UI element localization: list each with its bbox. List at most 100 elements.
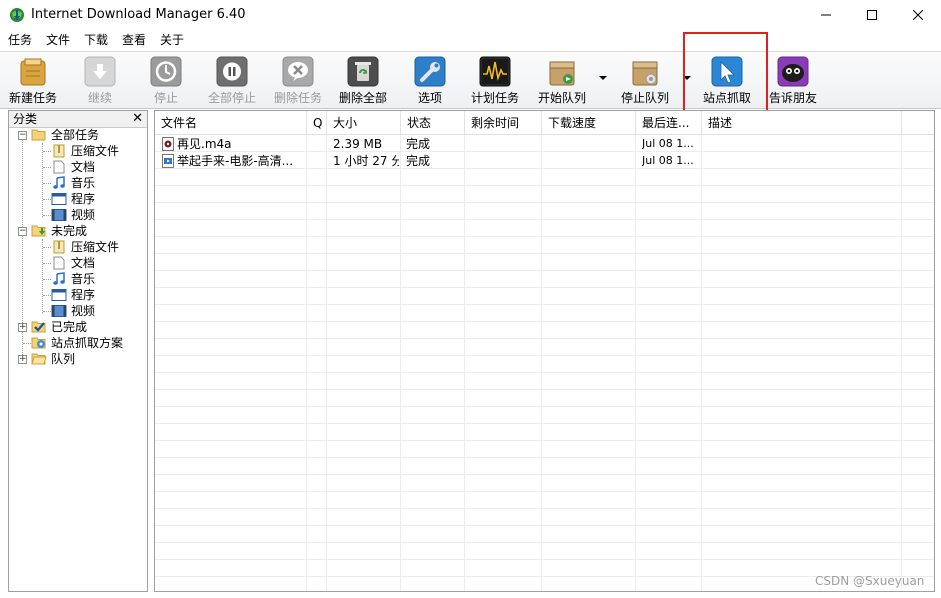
tree-item-unfinished-video[interactable]: 视频 xyxy=(51,303,95,319)
options-button[interactable]: 选项 xyxy=(410,56,450,106)
delete-task-button[interactable]: 删除任务 xyxy=(270,56,326,106)
column-size[interactable]: 大小 xyxy=(327,111,401,135)
resume-button[interactable]: 继续 xyxy=(76,56,124,106)
document-icon xyxy=(51,160,67,174)
stop-button[interactable]: 停止 xyxy=(142,56,190,106)
expand-all-icon[interactable]: − xyxy=(18,131,27,140)
toolbar: 新建任务 继续 停止 全部停止 删除任务 删除全部 选项 计划任务 开始队列 停… xyxy=(0,51,941,109)
download-list: 文件名 Q 大小 状态 剩余时间 下载速度 最后连... 描述 再见.m4a 2… xyxy=(154,110,935,592)
idm-logo-icon xyxy=(9,7,25,23)
start-queue-button[interactable]: 开始队列 xyxy=(535,56,589,106)
empty-grid-line xyxy=(155,187,934,203)
category-tree: 分类 ✕ − 全部任务 压缩文件 文档 音乐 程序 视频 − 未完成 压缩文件 … xyxy=(8,110,148,592)
program-window-icon xyxy=(51,192,67,206)
close-button[interactable] xyxy=(895,0,941,30)
archive-icon xyxy=(51,240,67,254)
tell-friend-icon xyxy=(777,56,809,87)
menu-task[interactable]: 任务 xyxy=(8,33,32,48)
window-title: Internet Download Manager 6.40 xyxy=(31,7,246,22)
file-size: 2.39 MB xyxy=(333,137,383,151)
new-task-icon xyxy=(17,56,49,87)
maximize-button[interactable] xyxy=(849,0,895,30)
stop-all-button[interactable]: 全部停止 xyxy=(204,56,260,106)
column-status[interactable]: 状态 xyxy=(401,111,465,135)
tree-item-all-compressed[interactable]: 压缩文件 xyxy=(51,143,119,159)
stop-queue-button[interactable]: 停止队列 xyxy=(617,56,673,106)
music-note-icon xyxy=(51,272,67,286)
column-queue[interactable]: Q xyxy=(307,111,327,135)
scheduler-button[interactable]: 计划任务 xyxy=(468,56,522,106)
stop-all-icon xyxy=(216,56,248,87)
column-remaining[interactable]: 剩余时间 xyxy=(465,111,542,135)
table-row[interactable]: 再见.m4a 2.39 MB 完成 Jul 08 1... xyxy=(155,136,934,152)
scheduler-icon xyxy=(479,56,511,87)
delete-task-icon xyxy=(282,56,314,87)
column-description[interactable]: 描述 xyxy=(702,111,902,135)
archive-icon xyxy=(51,144,67,158)
column-filename[interactable]: 文件名 xyxy=(155,111,307,135)
minimize-button[interactable] xyxy=(803,0,849,30)
tree-item-unfinished[interactable]: 未完成 xyxy=(31,223,87,239)
empty-grid-line xyxy=(155,255,934,271)
delete-all-button[interactable]: 删除全部 xyxy=(336,56,390,106)
tree-item-all-programs[interactable]: 程序 xyxy=(51,191,95,207)
empty-grid-line xyxy=(155,289,934,305)
title-bar: Internet Download Manager 6.40 xyxy=(0,0,941,30)
tree-item-all-music[interactable]: 音乐 xyxy=(51,175,95,191)
empty-grid-line xyxy=(155,476,934,492)
empty-grid-line xyxy=(155,459,934,475)
menu-download[interactable]: 下载 xyxy=(84,33,108,48)
tree-item-queues[interactable]: 队列 xyxy=(31,351,75,367)
file-name: 举起手来-电影-高清... xyxy=(177,154,294,168)
menu-file[interactable]: 文件 xyxy=(46,33,70,48)
menu-about[interactable]: 关于 xyxy=(160,33,184,48)
tree-item-unfinished-music[interactable]: 音乐 xyxy=(51,271,95,287)
grabber-project-icon xyxy=(31,336,47,350)
tree-item-unfinished-programs[interactable]: 程序 xyxy=(51,287,95,303)
file-last-try: Jul 08 1... xyxy=(642,137,694,150)
expand-queues-icon[interactable]: + xyxy=(18,355,27,364)
tree-item-unfinished-compressed[interactable]: 压缩文件 xyxy=(51,239,119,255)
file-status: 完成 xyxy=(406,137,431,151)
expand-unfinished-icon[interactable]: − xyxy=(18,227,27,236)
start-queue-icon xyxy=(546,56,578,87)
file-last-try: Jul 08 1... xyxy=(642,154,694,167)
empty-grid-line xyxy=(155,527,934,543)
tree-item-unfinished-docs[interactable]: 文档 xyxy=(51,255,95,271)
tell-friend-button[interactable]: 告诉朋友 xyxy=(766,56,820,106)
tree-item-all[interactable]: 全部任务 xyxy=(31,127,99,143)
stop-queue-dropdown-icon[interactable] xyxy=(683,72,691,82)
options-icon xyxy=(414,56,446,87)
tree-item-all-video[interactable]: 视频 xyxy=(51,207,95,223)
new-task-button[interactable]: 新建任务 xyxy=(6,56,60,106)
menu-bar: 任务 文件 下载 查看 关于 xyxy=(0,30,941,51)
audio-file-icon xyxy=(162,136,176,152)
column-last-try[interactable]: 最后连... xyxy=(636,111,702,135)
start-queue-dropdown-icon[interactable] xyxy=(599,72,607,82)
site-grabber-button[interactable]: 站点抓取 xyxy=(699,56,755,106)
site-grabber-icon xyxy=(711,56,743,87)
video-file-icon xyxy=(162,153,176,169)
music-note-icon xyxy=(51,176,67,190)
tree-close-icon[interactable]: ✕ xyxy=(132,112,143,126)
tree-header: 分类 ✕ xyxy=(9,111,147,128)
film-icon xyxy=(51,208,67,222)
empty-grid-line xyxy=(155,323,934,339)
menu-view[interactable]: 查看 xyxy=(122,33,146,48)
program-window-icon xyxy=(51,288,67,302)
empty-grid-line xyxy=(155,408,934,424)
tree-item-all-docs[interactable]: 文档 xyxy=(51,159,95,175)
empty-grid-line xyxy=(155,340,934,356)
delete-all-icon xyxy=(347,56,379,87)
table-row[interactable]: 举起手来-电影-高清... 1 小时 27 分 完成 Jul 08 1... xyxy=(155,153,934,169)
empty-grid-line xyxy=(155,425,934,441)
expand-finished-icon[interactable]: + xyxy=(18,323,27,332)
tree-item-grabber[interactable]: 站点抓取方案 xyxy=(31,335,123,351)
film-icon xyxy=(51,304,67,318)
folder-open-icon xyxy=(31,128,47,142)
tree-item-finished[interactable]: 已完成 xyxy=(31,319,87,335)
folder-check-icon xyxy=(31,320,47,334)
stop-queue-icon xyxy=(629,56,661,87)
column-speed[interactable]: 下载速度 xyxy=(542,111,636,135)
stop-icon xyxy=(150,56,182,87)
